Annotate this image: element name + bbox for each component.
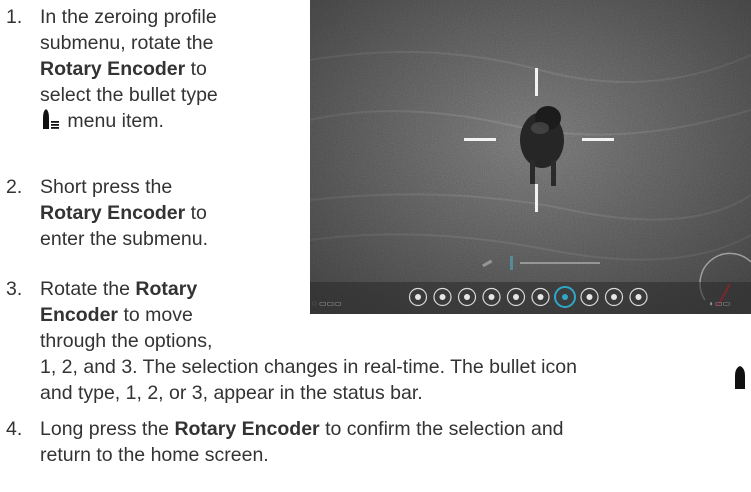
rotary-encoder-term: Rotary Encoder: [174, 418, 320, 440]
step-line: Long press the Rotary Encoder to confirm…: [40, 416, 564, 442]
step-line-text: Long press the: [40, 418, 170, 440]
step-line-text: Rotate the: [40, 278, 130, 300]
compass-menu-icon-glyph: [439, 294, 446, 300]
thermal-scope-screenshot: ◌ ▭▭▭ ◑ ▭▭: [310, 0, 751, 314]
left-status-text: ◌ ▭▭▭: [312, 299, 342, 308]
step-line: In the zeroing profile: [40, 6, 217, 28]
step-number: 3.: [6, 278, 23, 300]
image-menu-icon-glyph: [537, 294, 544, 300]
target-menu-icon-glyph: [586, 294, 593, 300]
step-line: through the options,: [40, 330, 213, 352]
night-menu-icon-glyph: [488, 294, 495, 300]
step-line: 1, 2, and 3. The selection changes in re…: [40, 354, 577, 380]
zeroing-menu-icon-glyph: [562, 294, 568, 300]
step-number: 1.: [6, 6, 23, 28]
step-text: Short press the Rotary Encoder to enter …: [40, 174, 208, 252]
rotary-encoder-term: Rotary Encoder: [40, 58, 186, 80]
rotary-term: Rotary: [135, 278, 198, 300]
step-line: submenu, rotate the: [40, 32, 214, 54]
step-line: and type, 1, 2, or 3, appear in the stat…: [40, 382, 423, 404]
microphone-menu-icon-glyph: [464, 294, 470, 300]
bullet-type-icon: [40, 109, 62, 138]
step-line-text: to: [190, 58, 207, 80]
step-line: menu item.: [40, 108, 218, 134]
encoder-term: Encoder: [40, 304, 119, 326]
step-line-text: to confirm the selection and: [325, 418, 564, 440]
gallery-menu-icon-glyph: [611, 294, 617, 300]
step-line: return to the home screen.: [40, 444, 269, 466]
step-number: 2.: [6, 176, 23, 198]
reticle-menu-icon-glyph: [415, 294, 421, 300]
step-line-text: menu item.: [67, 110, 164, 132]
step-number: 4.: [6, 418, 23, 440]
step-line: Rotary Encoder to: [40, 56, 218, 82]
step-line: enter the submenu.: [40, 228, 209, 250]
menu-bar: ◌ ▭▭▭ ◑ ▭▭: [310, 282, 751, 314]
rotary-encoder-term: Rotary Encoder: [40, 202, 186, 224]
step-text: In the zeroing profile submenu, rotate t…: [40, 4, 218, 134]
step-text: Long press the Rotary Encoder to confirm…: [40, 416, 564, 468]
step-line: select the bullet type: [40, 84, 218, 106]
bullet-icon: [734, 366, 746, 395]
step-line: Rotary Encoder to: [40, 200, 208, 226]
settings-menu-icon-glyph: [635, 294, 642, 300]
home-menu-icon-glyph: [513, 294, 519, 300]
right-status-text: ◑ ▭▭: [708, 299, 730, 308]
step-line-text: 1, 2, and 3. The selection changes in re…: [40, 356, 577, 378]
step-line-text: to move: [123, 304, 193, 326]
step-line: Short press the: [40, 176, 173, 198]
step-line-text: to: [190, 202, 207, 224]
